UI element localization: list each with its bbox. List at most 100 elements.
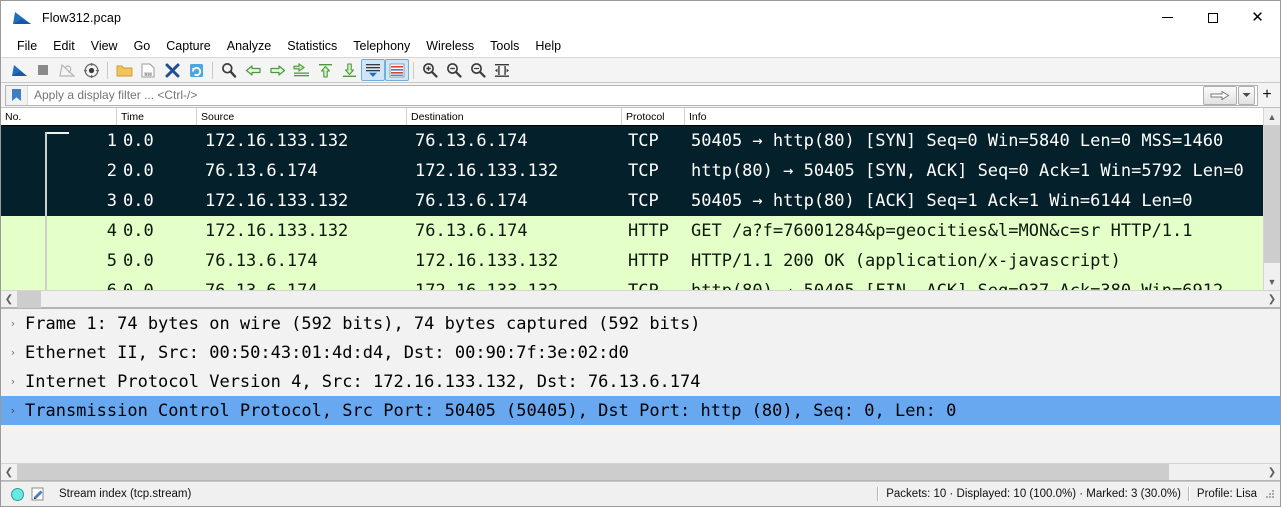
column-header-no[interactable]: No. <box>1 108 117 125</box>
status-divider <box>877 487 880 501</box>
table-row[interactable]: 1 0.0 172.16.133.132 76.13.6.174 TCP 504… <box>1 126 1263 156</box>
detail-tree-item-frame[interactable]: › Frame 1: 74 bytes on wire (592 bits), … <box>1 309 1280 338</box>
chevron-right-icon[interactable]: ❯ <box>1264 464 1280 481</box>
window-title: Flow312.pcap <box>42 10 122 25</box>
horizontal-scroll-thumb[interactable] <box>17 463 1169 480</box>
packet-destination: 172.16.133.132 <box>407 281 622 290</box>
chevron-up-icon[interactable]: ▲ <box>1264 108 1280 125</box>
horizontal-scroll-thumb[interactable] <box>17 290 41 308</box>
detail-tree-item-ipv4[interactable]: › Internet Protocol Version 4, Src: 172.… <box>1 367 1280 396</box>
packet-list-horizontal-scrollbar[interactable]: ❮ ❯ <box>1 290 1280 308</box>
menu-item-statistics[interactable]: Statistics <box>279 37 345 55</box>
menu-item-wireless[interactable]: Wireless <box>418 37 482 55</box>
close-icon[interactable]: ✕ <box>1235 1 1280 34</box>
restart-capture-icon[interactable] <box>55 59 79 81</box>
packet-time: 0.0 <box>123 191 154 211</box>
chevron-left-icon[interactable]: ❮ <box>1 291 17 308</box>
table-row[interactable]: 6 0.0 76.13.6.174 172.16.133.132 TCP htt… <box>1 276 1263 290</box>
packet-no: 4 <box>106 221 117 241</box>
packet-list-column-header: No. Time Source Destination Protocol Inf… <box>1 108 1263 126</box>
stop-capture-icon[interactable] <box>31 59 55 81</box>
start-capture-icon[interactable] <box>7 59 31 81</box>
packet-info: 50405 → http(80) [SYN] Seq=0 Win=5840 Le… <box>691 131 1224 151</box>
auto-scroll-icon[interactable] <box>361 59 385 81</box>
profile-indicator[interactable]: Profile: Lisa <box>1197 488 1263 500</box>
column-header-protocol[interactable]: Protocol <box>622 108 685 125</box>
menu-item-file[interactable]: File <box>9 37 45 55</box>
zoom-reset-icon[interactable] <box>466 59 490 81</box>
packet-source: 172.16.133.132 <box>205 221 349 241</box>
open-file-icon[interactable] <box>112 59 136 81</box>
title-bar: Flow312.pcap ✕ <box>1 1 1280 34</box>
column-header-destination[interactable]: Destination <box>407 108 622 125</box>
table-row[interactable]: 2 0.0 76.13.6.174 172.16.133.132 TCP htt… <box>1 156 1263 186</box>
column-header-info[interactable]: Info <box>685 108 1263 125</box>
apply-filter-arrow-icon[interactable] <box>1203 85 1237 105</box>
menu-item-tools[interactable]: Tools <box>482 37 527 55</box>
go-to-packet-icon[interactable] <box>289 59 313 81</box>
table-row[interactable]: 5 0.0 76.13.6.174 172.16.133.132 HTTP HT… <box>1 246 1263 276</box>
menu-item-capture[interactable]: Capture <box>158 37 218 55</box>
packet-time: 0.0 <box>123 251 154 271</box>
horizontal-scroll-track[interactable] <box>17 463 1264 480</box>
detail-tree-item-ethernet[interactable]: › Ethernet II, Src: 00:50:43:01:4d:d4, D… <box>1 338 1280 367</box>
packet-protocol: TCP <box>628 191 659 211</box>
reload-file-icon[interactable] <box>184 59 208 81</box>
maximize-icon[interactable] <box>1190 1 1235 34</box>
chevron-left-icon[interactable]: ❮ <box>1 464 17 481</box>
column-header-time[interactable]: Time <box>117 108 197 125</box>
column-header-source[interactable]: Source <box>197 108 407 125</box>
menu-item-edit[interactable]: Edit <box>45 37 83 55</box>
chevron-down-icon[interactable] <box>1238 85 1255 105</box>
detail-tree-item-label: Ethernet II, Src: 00:50:43:01:4d:d4, Dst… <box>25 342 629 363</box>
chevron-right-icon[interactable]: › <box>1 404 25 417</box>
display-filter-input[interactable] <box>28 87 1203 103</box>
colorize-packets-icon[interactable] <box>385 59 409 81</box>
detail-tree-item-tcp[interactable]: › Transmission Control Protocol, Src Por… <box>1 396 1280 425</box>
packet-destination: 76.13.6.174 <box>415 191 528 211</box>
save-file-icon[interactable]: 010 <box>136 59 160 81</box>
menu-bar: File Edit View Go Capture Analyze Statis… <box>1 34 1280 57</box>
status-bar-left: Stream index (tcp.stream) <box>1 487 191 501</box>
add-filter-button[interactable]: + <box>1258 85 1276 106</box>
capture-comment-icon[interactable] <box>31 487 45 501</box>
resize-grip-icon[interactable] <box>1263 487 1277 501</box>
packet-list-vertical-scrollbar[interactable]: ▲ ▼ <box>1263 108 1280 290</box>
packet-destination: 172.16.133.132 <box>415 161 559 181</box>
capture-options-icon[interactable] <box>79 59 103 81</box>
chevron-right-icon[interactable]: › <box>1 375 25 388</box>
close-file-icon[interactable] <box>160 59 184 81</box>
chevron-right-icon[interactable]: › <box>1 346 25 359</box>
menu-item-view[interactable]: View <box>83 37 126 55</box>
go-to-first-packet-icon[interactable] <box>313 59 337 81</box>
zoom-in-icon[interactable] <box>418 59 442 81</box>
go-back-icon[interactable] <box>241 59 265 81</box>
packet-detail-horizontal-scrollbar[interactable]: ❮ ❯ <box>1 463 1280 480</box>
zoom-out-icon[interactable] <box>442 59 466 81</box>
display-filter-bar: + <box>1 83 1280 108</box>
vertical-scroll-thumb[interactable] <box>1264 125 1280 263</box>
chevron-down-icon[interactable]: ▼ <box>1264 273 1280 290</box>
menu-item-go[interactable]: Go <box>126 37 159 55</box>
go-to-last-packet-icon[interactable] <box>337 59 361 81</box>
packet-info: http(80) → 50405 [SYN, ACK] Seq=0 Ack=1 … <box>691 161 1244 181</box>
menu-item-telephony[interactable]: Telephony <box>345 37 418 55</box>
expert-info-circle-icon[interactable] <box>11 487 24 501</box>
menu-item-analyze[interactable]: Analyze <box>219 37 279 55</box>
packet-protocol: TCP <box>622 281 685 290</box>
table-row[interactable]: 4 0.0 172.16.133.132 76.13.6.174 HTTP GE… <box>1 216 1263 246</box>
detail-tree-item-label: Internet Protocol Version 4, Src: 172.16… <box>25 371 701 392</box>
chevron-right-icon[interactable]: › <box>1 317 25 330</box>
menu-item-help[interactable]: Help <box>527 37 569 55</box>
table-row[interactable]: 3 0.0 172.16.133.132 76.13.6.174 TCP 504… <box>1 186 1263 216</box>
chevron-right-icon[interactable]: ❯ <box>1264 291 1280 308</box>
packet-no: 6 <box>1 281 117 290</box>
go-forward-icon[interactable] <box>265 59 289 81</box>
horizontal-scroll-track[interactable] <box>17 290 1264 308</box>
vertical-scroll-track[interactable] <box>1264 125 1280 273</box>
bookmark-icon[interactable] <box>6 85 28 105</box>
capture-statistics: Packets: 10 · Displayed: 10 (100.0%) · M… <box>886 488 1181 500</box>
find-packet-icon[interactable] <box>217 59 241 81</box>
resize-columns-icon[interactable] <box>490 59 514 81</box>
minimize-icon[interactable] <box>1145 1 1190 34</box>
